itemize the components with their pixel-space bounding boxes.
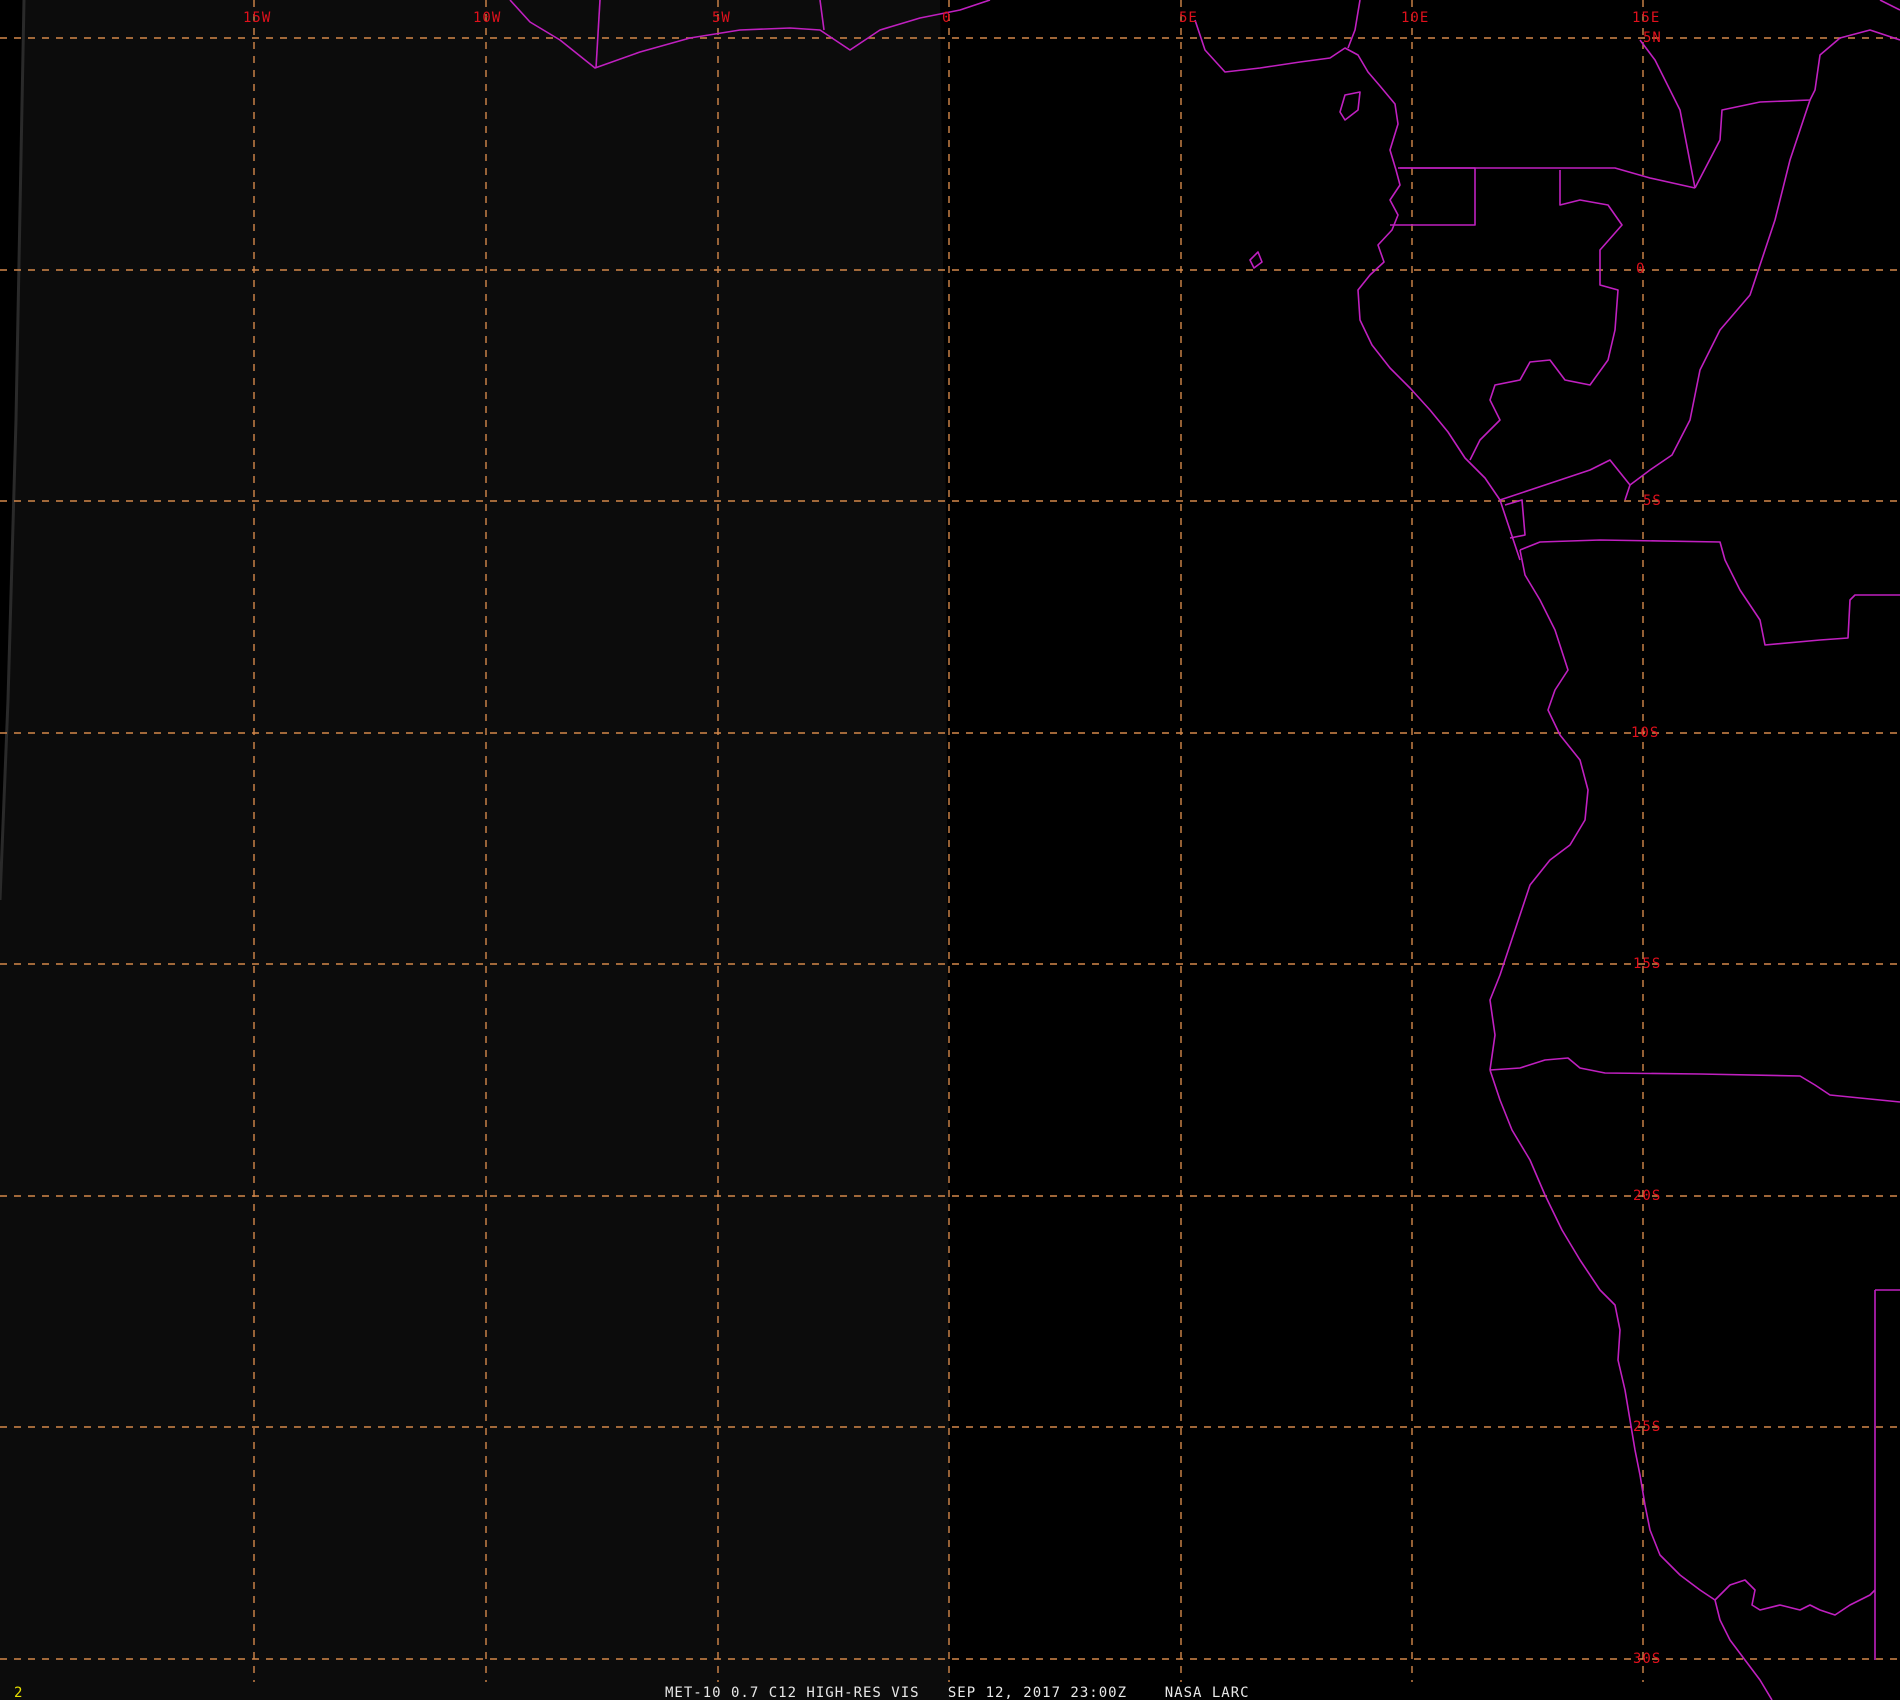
lon-label-5e: 5E xyxy=(1179,10,1198,26)
lon-label-15e: 15E xyxy=(1632,10,1660,26)
lat-label-30s: 30S xyxy=(1633,1651,1661,1667)
lon-label-0: 0 xyxy=(942,10,951,26)
lat-label-0: 0 xyxy=(1636,261,1645,277)
lon-label-5w: 5W xyxy=(712,10,731,26)
image-caption: MET-10 0.7 C12 HIGH-RES VIS SEP 12, 2017… xyxy=(665,1685,1250,1700)
satellite-map: 15W 10W 5W 0 5E 10E 15E 5N 0 5S 10S 15S … xyxy=(0,0,1900,1700)
lat-label-20s: 20S xyxy=(1633,1188,1661,1204)
satellite-image-viewer: 15W 10W 5W 0 5E 10E 15E 5N 0 5S 10S 15S … xyxy=(0,0,1900,1700)
lon-label-10e: 10E xyxy=(1401,10,1429,26)
lat-label-10s: 10S xyxy=(1631,725,1659,741)
lon-label-10w: 10W xyxy=(473,10,501,26)
night-region xyxy=(0,0,950,1700)
lat-label-5n: 5N xyxy=(1643,30,1662,46)
lat-label-15s: 15S xyxy=(1633,956,1661,972)
panel-number: 2 xyxy=(14,1685,23,1700)
lat-label-5s: 5S xyxy=(1643,493,1662,509)
lat-label-25s: 25S xyxy=(1633,1419,1661,1435)
lon-label-15w: 15W xyxy=(243,10,271,26)
